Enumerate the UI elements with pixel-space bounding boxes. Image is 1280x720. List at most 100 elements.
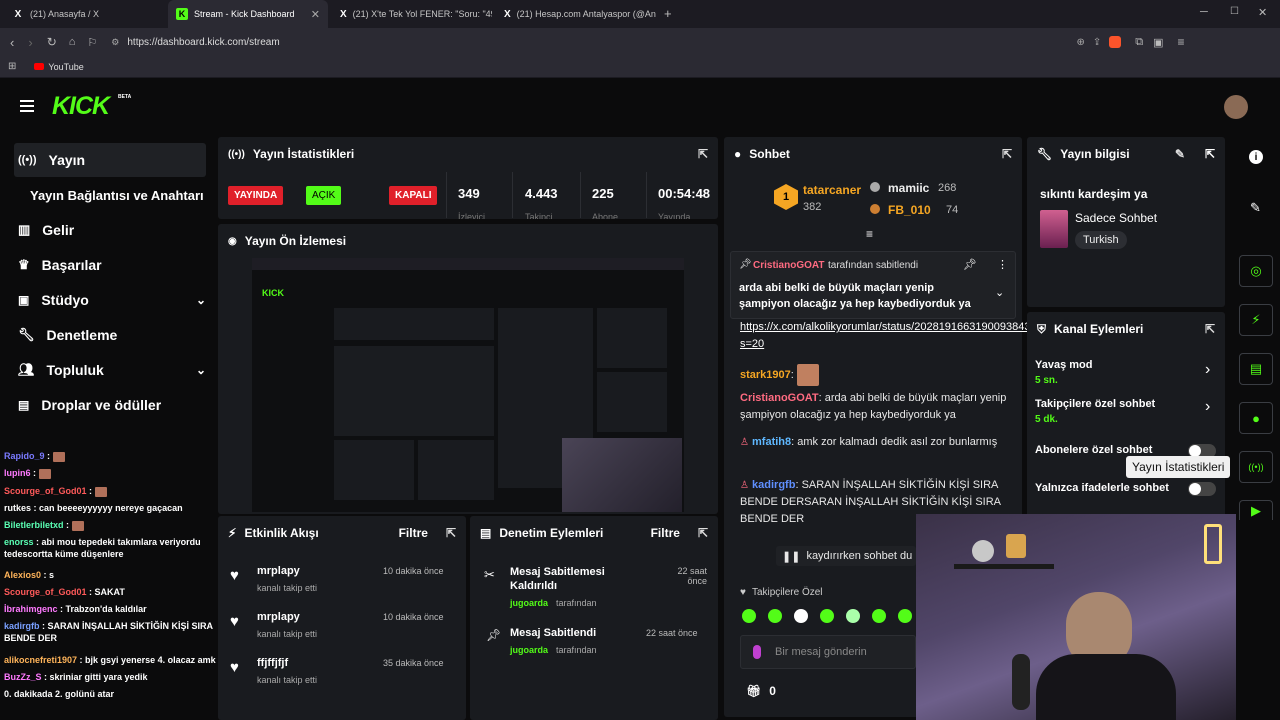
zoom-icon[interactable]: ⊕ [1077, 37, 1085, 48]
leader-name[interactable]: mamiic [888, 181, 929, 195]
extensions-icon[interactable]: ⧉ [1135, 36, 1143, 49]
kick-logo[interactable]: KICK [52, 92, 110, 121]
sidebar-item-yayin[interactable]: ((•)) Yayın [14, 143, 206, 177]
gift-counter[interactable]: 🎁︎ 0 [746, 684, 776, 698]
popout-icon[interactable]: ⇱ [698, 526, 708, 540]
share-icon[interactable]: ⇪ [1093, 37, 1101, 48]
popout-icon[interactable]: ⇱ [446, 526, 456, 540]
raid-button[interactable]: ◎ [1239, 255, 1273, 287]
filter-button[interactable]: Filtre [651, 526, 680, 540]
emote-chat-toggle[interactable] [1188, 482, 1216, 496]
forward-icon[interactable]: › [28, 35, 32, 50]
bookmark-youtube[interactable]: YouTube [48, 62, 83, 72]
chat-paused-banner[interactable]: ❚❚ kaydırırken sohbet du [776, 546, 916, 566]
panel-title: Sohbet [749, 147, 790, 161]
site-settings-icon[interactable]: ⚙ [111, 37, 119, 48]
home-icon[interactable]: ⌂ [69, 36, 76, 48]
info-icon[interactable]: i [1249, 150, 1263, 164]
chat-input[interactable]: Bir mesaj gönderin [740, 635, 916, 669]
close-window-button[interactable]: ✕ [1258, 6, 1267, 19]
lightning-icon: ⚡︎ [228, 526, 237, 540]
followers-chat-row[interactable]: Takipçilere özel sohbet 5 dk. › [1035, 398, 1219, 430]
emote-icon[interactable] [768, 609, 782, 623]
chat-toggle-button[interactable]: ● [1239, 402, 1273, 434]
sidebar-item-stream-key[interactable]: Yayın Bağlantısı ve Anahtarı [26, 178, 218, 212]
close-tab-icon[interactable]: ✕ [311, 8, 320, 21]
overlay-chat-line: Alexios0 : s [4, 570, 55, 580]
maximize-button[interactable]: ☐ [1230, 6, 1239, 17]
collapse-leaderboard-icon[interactable]: ≡ [866, 227, 873, 241]
closed-badge[interactable]: KAPALI [389, 186, 438, 205]
notes-button[interactable]: ▤ [1239, 353, 1273, 385]
bookmark-icon[interactable]: ⚐ [87, 36, 97, 49]
wallet-icon[interactable]: ▣ [1153, 36, 1163, 49]
browser-tab-active[interactable]: K Stream - Kick Dashboard ✕ [168, 0, 328, 28]
pinned-by-user[interactable]: CristianoGOAT [753, 260, 824, 271]
chevron-down-icon[interactable]: ⌄ [995, 286, 1004, 299]
browser-tab[interactable]: X (21) Anasayfa / X [4, 0, 164, 28]
stream-stats-button[interactable]: ((•)) [1239, 451, 1273, 483]
edit-icon[interactable]: ✎ [1175, 147, 1185, 161]
pin-toggle-icon[interactable]: 📌︎ [963, 258, 977, 271]
back-icon[interactable]: ‹ [10, 35, 14, 50]
emote-icon[interactable] [794, 609, 808, 623]
chat-message: stark1907: [740, 364, 1010, 386]
emote-icon[interactable] [820, 609, 834, 623]
chat-input-placeholder[interactable]: Bir mesaj gönderin [775, 646, 867, 658]
popout-icon[interactable]: ⇱ [1205, 322, 1215, 336]
hamburger-menu-icon[interactable] [20, 100, 34, 112]
chat-link[interactable]: https://x.com/alkolikyorumlar/status/202… [740, 319, 1037, 353]
lamp-decoration [1006, 534, 1026, 558]
overlay-chat-line: İbrahimgenc : Trabzon'da kaldılar [4, 604, 147, 614]
chat-username[interactable]: stark1907 [740, 369, 791, 381]
sidebar-item-basarilar[interactable]: ♛ Başarılar [14, 248, 206, 282]
leader-name[interactable]: FB_010 [888, 203, 931, 217]
stream-preview-video[interactable]: KICK [252, 258, 684, 512]
sidebar-item-studyo[interactable]: ▣ Stüdyo ⌄ [14, 283, 206, 317]
youtube-icon [34, 63, 45, 70]
popout-icon[interactable]: ⇱ [1002, 147, 1012, 161]
microphone-icon[interactable] [753, 645, 761, 659]
category-name[interactable]: Sadece Sohbet [1075, 211, 1157, 225]
url-text[interactable]: https://dashboard.kick.com/stream [127, 37, 279, 48]
sidebar-item-droplar[interactable]: ▤ Droplar ve ödüller [14, 388, 206, 422]
activity-user[interactable]: mrplapy [257, 611, 300, 623]
sidebar-item-topluluk[interactable]: 👥︎ Topluluk ⌄ [14, 353, 206, 387]
chat-username[interactable]: kadirgfb [752, 479, 795, 491]
chat-username[interactable]: mfatih8 [752, 436, 791, 448]
new-tab-button[interactable]: + [664, 6, 672, 21]
open-badge[interactable]: AÇIK [306, 186, 342, 205]
people-icon: 👥︎ [18, 362, 35, 377]
activity-user[interactable]: ffjffjfjf [257, 657, 288, 669]
minimize-button[interactable]: ─ [1200, 6, 1208, 18]
emote-icon[interactable] [846, 609, 860, 623]
emote-icon[interactable] [742, 609, 756, 623]
menu-icon[interactable]: ≡ [1178, 35, 1185, 49]
avatar[interactable] [1224, 95, 1248, 119]
apps-grid-icon[interactable]: ⊞ [8, 61, 16, 72]
leader-name[interactable]: tatarcaner [803, 183, 861, 197]
activity-user[interactable]: mrplapy [257, 565, 300, 577]
browser-tab[interactable]: X (21) X'te Tek Yol FENER: "Soru: "49. d [332, 0, 492, 28]
emote-icon[interactable] [872, 609, 886, 623]
popout-icon[interactable]: ⇱ [1205, 147, 1215, 161]
heart-icon: ♥ [230, 659, 239, 676]
brave-shield-icon[interactable] [1109, 36, 1122, 48]
url-bar[interactable]: ⚙ https://dashboard.kick.com/stream ⊕ ⇪ [111, 32, 1122, 52]
filter-button[interactable]: Filtre [399, 526, 428, 540]
moderator-name[interactable]: jugoarda [510, 598, 548, 608]
quick-action-button[interactable]: ⚡︎ [1239, 304, 1273, 336]
emote-icon[interactable] [898, 609, 912, 623]
slow-mode-row[interactable]: Yavaş mod 5 sn. › [1035, 359, 1219, 391]
video-button[interactable]: ▶ [1239, 500, 1273, 520]
chat-username[interactable]: CristianoGOAT [740, 392, 819, 404]
edit-icon[interactable]: ✎ [1250, 200, 1261, 216]
popout-icon[interactable]: ⇱ [698, 147, 708, 161]
sidebar-item-denetleme[interactable]: 🔧︎ Denetleme [14, 318, 206, 352]
slow-mode-label: Yavaş mod [1035, 359, 1093, 371]
moderator-name[interactable]: jugoarda [510, 645, 548, 655]
browser-tab[interactable]: X (21) Hesap.com Antalyaspor (@Antal [496, 0, 656, 28]
reload-icon[interactable]: ↻ [47, 35, 57, 49]
sidebar-item-gelir[interactable]: ▥ Gelir [14, 213, 206, 247]
more-options-icon[interactable]: ⋮ [997, 258, 1008, 271]
